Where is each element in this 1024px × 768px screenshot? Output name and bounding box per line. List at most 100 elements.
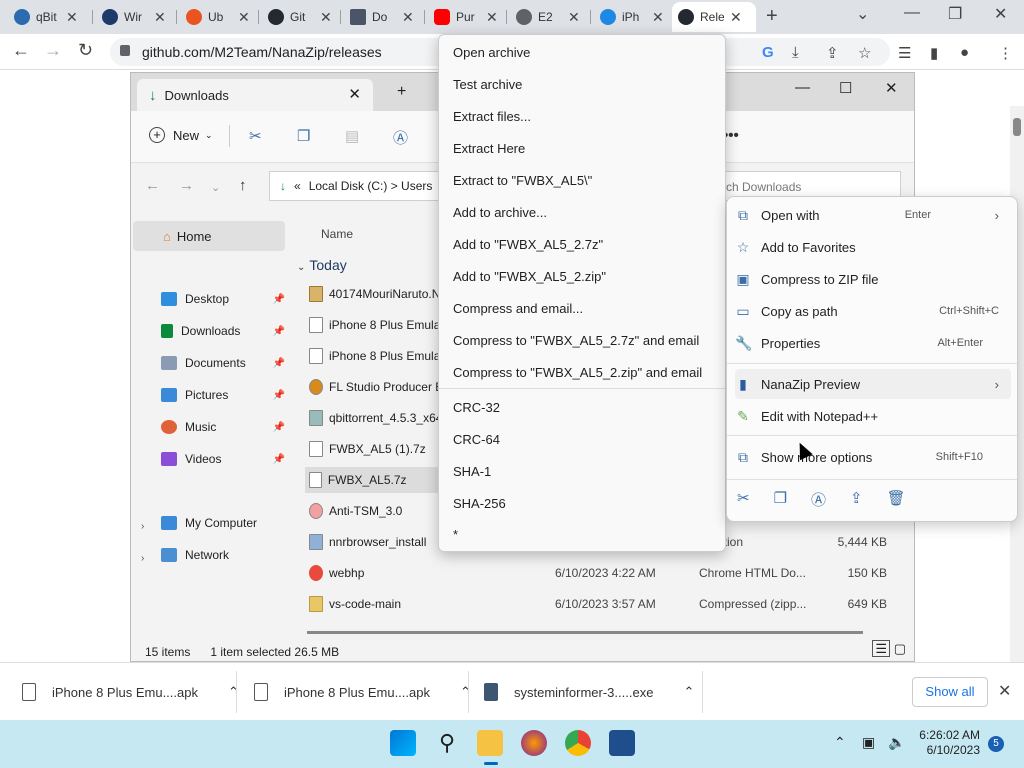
close-shelf-icon[interactable]: ✕ (998, 681, 1011, 701)
minimize-button[interactable]: — (904, 4, 920, 22)
details-view-icon[interactable]: ☰ (872, 640, 891, 657)
sidebar-item-documents[interactable]: Documents 📌 (161, 351, 285, 375)
explorer-close-button[interactable]: ✕ (885, 79, 898, 97)
explorer-back-icon[interactable]: ← (145, 177, 160, 194)
bookmark-star-icon[interactable]: ☆ (858, 44, 871, 62)
explorer-forward-icon[interactable]: → (179, 177, 194, 194)
system-clock[interactable]: 6:26:02 AM 6/10/2023 (918, 728, 980, 758)
group-header-today[interactable]: ⌄ Today (297, 257, 347, 273)
menu-item-notepad[interactable]: ✎ Edit with Notepad++ (735, 401, 1011, 431)
chevron-up-icon[interactable]: ⌃ (683, 684, 694, 700)
sidebar-item-network[interactable]: Network (161, 543, 285, 567)
menu-item-sha256[interactable]: SHA-256 (453, 496, 506, 511)
share-icon[interactable]: ⇪ (850, 489, 863, 510)
share-icon[interactable]: ⇪ (826, 44, 839, 62)
store-icon[interactable] (609, 730, 635, 756)
more-menu-icon[interactable]: ⋮ (998, 44, 1013, 62)
show-all-downloads-button[interactable]: Show all (912, 677, 988, 707)
scrollbar-thumb[interactable] (1013, 118, 1021, 136)
google-lens-icon[interactable]: G (762, 44, 774, 61)
expand-chevron-icon[interactable]: › (141, 521, 144, 532)
menu-item-crc64[interactable]: CRC-64 (453, 432, 500, 447)
reading-list-icon[interactable]: ☰ (898, 44, 911, 62)
explorer-horizontal-scrollbar[interactable] (307, 631, 863, 634)
menu-item-add-zip[interactable]: Add to "FWBX_AL5_2.zip" (453, 269, 606, 284)
menu-item-crc32[interactable]: CRC-32 (453, 400, 500, 415)
reload-button[interactable]: ↻ (78, 40, 93, 61)
cut-icon[interactable]: ✂ (737, 489, 750, 510)
copy-icon[interactable]: ❐ (297, 127, 310, 145)
close-tab-icon[interactable]: ✕ (486, 9, 498, 26)
side-panel-icon[interactable]: ▮ (930, 44, 938, 62)
menu-item-extract-files[interactable]: Extract files... (453, 109, 531, 124)
sidebar-item-pictures[interactable]: Pictures 📌 (161, 383, 285, 407)
download-item-1[interactable]: iPhone 8 Plus Emu....apk ⌃ (0, 671, 239, 713)
sidebar-item-my-computer[interactable]: My Computer (161, 511, 285, 535)
volume-icon[interactable]: 🔈 (888, 734, 905, 751)
menu-item-open-archive[interactable]: Open archive (453, 45, 530, 60)
chrome-icon[interactable] (565, 730, 591, 756)
explorer-new-tab-button[interactable]: + (397, 83, 406, 101)
sidebar-item-videos[interactable]: Videos 📌 (161, 447, 285, 471)
menu-item-compress-email[interactable]: Compress and email... (453, 301, 583, 316)
paste-icon[interactable]: ▤ (345, 127, 359, 145)
explorer-minimize-button[interactable]: — (795, 79, 810, 96)
close-tab-icon[interactable]: ✕ (320, 9, 332, 26)
new-tab-button[interactable]: + (766, 5, 778, 28)
menu-item-sha1[interactable]: SHA-1 (453, 464, 491, 479)
close-tab-icon[interactable]: ✕ (568, 9, 580, 26)
table-row-selected[interactable]: FWBX_AL5.7z (305, 467, 445, 493)
browser-tab-4[interactable]: Git ✕ (262, 2, 338, 32)
menu-item-all-hashes[interactable]: * (453, 527, 458, 542)
browser-tab-7[interactable]: E2 ✕ (510, 2, 586, 32)
windows-start-icon[interactable] (390, 730, 416, 756)
rename-icon[interactable]: Ⓐ (393, 127, 408, 148)
delete-icon[interactable]: 🗑 (887, 489, 906, 510)
table-row[interactable]: webhp 6/10/2023 4:22 AM Chrome HTML Do... 1… (305, 560, 901, 586)
close-tab-icon[interactable]: ✕ (154, 9, 166, 26)
close-tab-icon[interactable]: ✕ (652, 9, 664, 26)
profile-avatar-icon[interactable]: ● (960, 44, 969, 61)
firefox-icon[interactable] (521, 730, 547, 756)
close-tab-icon[interactable]: ✕ (66, 9, 78, 26)
menu-item-open-with[interactable]: ⧉ Open with Enter › (735, 200, 1011, 230)
recent-locations-icon[interactable]: ⌄ (211, 181, 220, 194)
search-icon[interactable]: ⚲ (434, 730, 460, 756)
browser-tab-3[interactable]: Ub ✕ (180, 2, 256, 32)
browser-tab-2[interactable]: Wir ✕ (96, 2, 172, 32)
expand-chevron-icon[interactable]: › (141, 553, 144, 564)
close-tab-icon[interactable]: ✕ (730, 9, 742, 26)
explorer-tab-downloads[interactable]: ↓ Downloads ✕ (137, 79, 373, 111)
menu-item-compress-7z-email[interactable]: Compress to "FWBX_AL5_2.7z" and email (453, 333, 699, 348)
browser-tab-active[interactable]: Rele ✕ (672, 2, 756, 32)
rename-icon[interactable]: Ⓐ (811, 489, 826, 510)
download-item-2[interactable]: iPhone 8 Plus Emu....apk ⌃ (232, 671, 471, 713)
menu-item-extract-to[interactable]: Extract to "FWBX_AL5\" (453, 173, 592, 188)
download-item-3[interactable]: systeminformer-3.....exe ⌃ (462, 671, 694, 713)
browser-tab-6[interactable]: Pur ✕ (428, 2, 504, 32)
cut-icon[interactable]: ✂ (249, 127, 262, 145)
view-toggle-buttons[interactable]: ☰ ▢ (872, 640, 906, 657)
browser-tab-8[interactable]: iPh ✕ (594, 2, 670, 32)
sidebar-item-desktop[interactable]: Desktop 📌 (161, 287, 285, 311)
notification-badge[interactable]: 5 (988, 736, 1004, 752)
close-tab-icon[interactable]: ✕ (402, 9, 414, 26)
table-row[interactable]: vs-code-main 6/10/2023 3:57 AM Compressed … (305, 591, 901, 617)
back-button[interactable]: ← (12, 40, 30, 61)
close-tab-icon[interactable]: ✕ (238, 9, 250, 26)
menu-item-copy-path[interactable]: ▭ Copy as path Ctrl+Shift+C (735, 296, 1011, 326)
explorer-maximize-button[interactable]: ☐ (839, 79, 852, 97)
browser-tab-5[interactable]: Do ✕ (344, 2, 420, 32)
menu-item-nanazip-preview[interactable]: ▮ NanaZip Preview › (735, 369, 1011, 399)
menu-item-extract-here[interactable]: Extract Here (453, 141, 525, 156)
menu-item-test-archive[interactable]: Test archive (453, 77, 522, 92)
menu-item-add-favorites[interactable]: ☆ Add to Favorites (735, 232, 1011, 262)
tray-overflow-icon[interactable]: ⌃ (834, 734, 846, 751)
close-window-button[interactable]: ✕ (994, 4, 1007, 24)
tray-app-icon[interactable]: ▣ (862, 734, 875, 751)
menu-item-add-7z[interactable]: Add to "FWBX_AL5_2.7z" (453, 237, 603, 252)
up-folder-icon[interactable]: ↑ (239, 177, 247, 194)
sidebar-item-home[interactable]: ⌂ Home (133, 221, 285, 251)
sidebar-item-downloads[interactable]: Downloads 📌 (161, 319, 285, 343)
maximize-button[interactable]: ❐ (948, 4, 962, 24)
